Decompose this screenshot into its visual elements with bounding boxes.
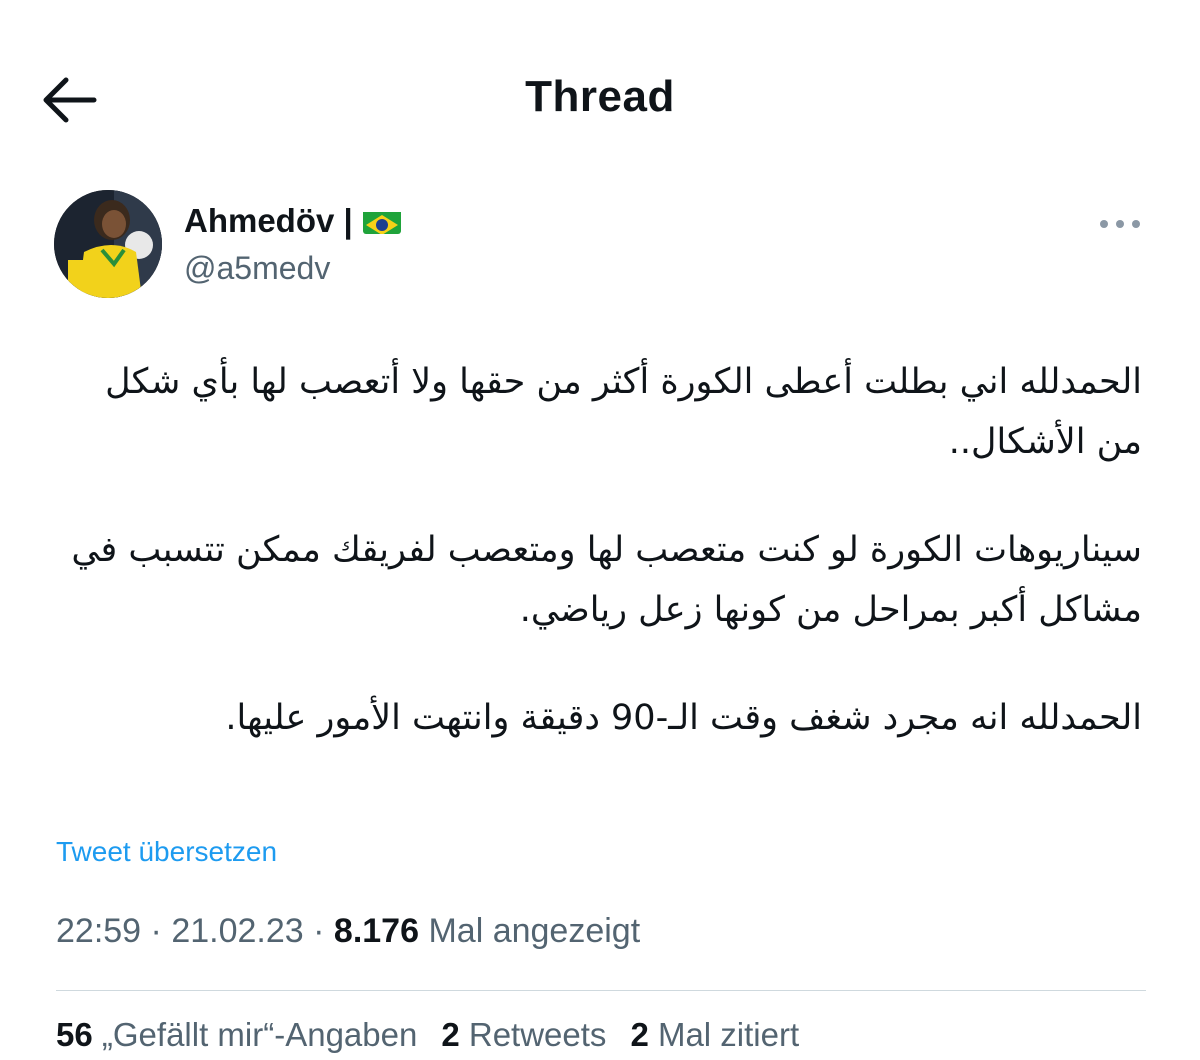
views-label: Mal angezeigt (428, 912, 641, 950)
quotes-count: 2 (630, 1016, 649, 1053)
page-title: Thread (525, 72, 675, 121)
tweet-paragraph: سيناريوهات الكورة لو كنت متعصب لها ومتعص… (71, 530, 1142, 630)
header: Thread (0, 0, 1200, 190)
avatar-image (54, 190, 162, 298)
retweets-stat[interactable]: 2 Retweets (441, 1016, 606, 1054)
more-button[interactable] (1096, 212, 1144, 236)
divider (56, 990, 1146, 991)
tweet-paragraph: الحمدلله اني بطلت أعطى الكورة أكثر من حق… (105, 362, 1142, 462)
user-handle[interactable]: @a5medv (184, 250, 401, 287)
retweets-label: Retweets (468, 1016, 607, 1053)
tweet-paragraph: الحمدلله انه مجرد شغف وقت الـ-90 دقيقة و… (225, 698, 1142, 738)
tweet-date[interactable]: 21.02.23 (171, 912, 303, 950)
more-horizontal-icon (1100, 220, 1140, 228)
quotes-stat[interactable]: 2 Mal zitiert (630, 1016, 799, 1054)
avatar[interactable] (54, 190, 162, 298)
tweet-text: الحمدلله اني بطلت أعطى الكورة أكثر من حق… (62, 352, 1142, 796)
likes-count: 56 (56, 1016, 93, 1053)
likes-stat[interactable]: 56 „Gefällt mir“-Angaben (56, 1016, 417, 1054)
author-block[interactable]: Ahmedöv | @a5medv (184, 198, 401, 287)
tweet-time[interactable]: 22:59 (56, 912, 141, 950)
likes-label: „Gefällt mir“-Angaben (101, 1016, 418, 1053)
separator: · (150, 912, 162, 950)
quotes-label: Mal zitiert (657, 1016, 800, 1053)
retweets-count: 2 (441, 1016, 460, 1053)
engagement-stats: 56 „Gefällt mir“-Angaben 2 Retweets 2 Ma… (56, 1016, 799, 1054)
separator: · (313, 912, 325, 950)
translate-link[interactable]: Tweet übersetzen (56, 836, 277, 868)
display-name-row: Ahmedöv | (184, 198, 401, 244)
views-count: 8.176 (333, 912, 420, 950)
display-name[interactable]: Ahmedöv | (184, 202, 353, 240)
brazil-flag-icon (362, 208, 401, 234)
tweet-meta: 22:59 · 21.02.23 · 8.176 Mal angezeigt (56, 912, 640, 951)
